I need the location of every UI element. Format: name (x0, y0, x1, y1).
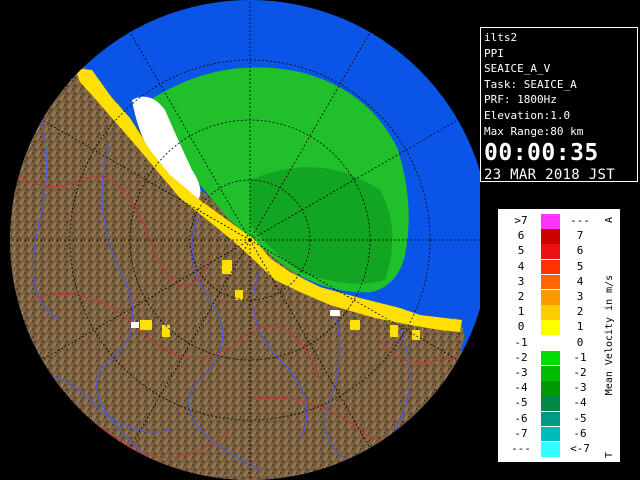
legend-row: --- <-7 (501, 442, 599, 457)
legend-lower-value: 5 (517, 244, 525, 258)
scan-date: 23 MAR 2018 JST (484, 167, 615, 184)
legend-lower-value: -1 (514, 335, 528, 349)
legend-upper-value: <-7 (570, 442, 590, 455)
legend-title-text: Mean Velocity in m/s (604, 275, 615, 395)
legend-row: >7 --- (501, 214, 599, 229)
product-name: SEAICE_A_V (484, 62, 551, 76)
legend-row: 67 (501, 229, 599, 244)
legend-row: 45 (501, 259, 599, 275)
legend-lower-value: >7 (514, 214, 528, 227)
legend-color-swatch (541, 335, 560, 351)
legend-upper-value: 7 (576, 229, 584, 243)
legend-lower-value: -4 (514, 381, 528, 395)
legend-color-swatch (541, 244, 560, 259)
legend-lower-value: --- (511, 442, 531, 455)
legend-upper-value: -1 (573, 350, 587, 364)
prf-value: PRF: 1800Hz (484, 93, 557, 107)
legend-upper-value: 2 (576, 305, 584, 319)
legend-lower-value: 6 (517, 229, 525, 243)
legend-title: A Mean Velocity in m/s T (604, 217, 615, 458)
legend-lower-value: 3 (517, 274, 525, 288)
legend-lower-value: -2 (514, 350, 528, 364)
radar-info-panel: ilts2 PPI SEAICE_A_V Task: SEAICE_A PRF:… (480, 27, 638, 184)
legend-color-swatch (541, 214, 560, 229)
site-name: ilts2 (484, 31, 518, 44)
legend-color-swatch (541, 396, 560, 411)
legend-upper-value: -3 (573, 381, 587, 395)
legend-upper-value: 5 (576, 259, 584, 273)
legend-row: 34 (501, 274, 599, 290)
legend-lower-value: -6 (514, 411, 528, 425)
legend-upper-value: -2 (573, 366, 587, 379)
legend-upper-value: 3 (576, 290, 584, 303)
legend-lower-value: 2 (517, 290, 525, 303)
legend-row: -2 -1 (501, 350, 599, 366)
legend-color-swatch (541, 442, 560, 457)
legend-color-swatch (541, 426, 560, 442)
legend-upper-value: -4 (573, 396, 587, 410)
legend-color-swatch (541, 350, 560, 366)
legend-color-swatch (541, 274, 560, 290)
legend-upper-value: 0 (576, 335, 584, 349)
legend-upper-value: -5 (573, 411, 587, 425)
legend-row: 56 (501, 244, 599, 259)
legend-row: -1 0 (501, 335, 599, 351)
legend-row: 23 (501, 290, 599, 305)
legend-color-swatch (541, 229, 560, 244)
legend-row: -3 -2 (501, 366, 599, 381)
legend-upper-value: 4 (576, 274, 584, 288)
legend-lower-value: -5 (514, 396, 528, 410)
legend-color-swatch (541, 320, 560, 335)
scan-time: 00:00:35 (484, 140, 599, 167)
legend-upper-value: --- (570, 214, 590, 227)
legend-color-swatch (541, 305, 560, 320)
max-range-value: Max Range:80 km (484, 124, 584, 138)
elevation-value: Elevation:1.0 (484, 108, 571, 122)
legend-row: -6 -5 (501, 411, 599, 427)
legend-row: 01 (501, 320, 599, 335)
legend-color-swatch (541, 290, 560, 305)
legend-lower-value: -7 (514, 426, 528, 440)
legend-lower-value: 0 (517, 320, 525, 334)
legend-color-swatch (541, 381, 560, 396)
legend-upper-value: -6 (573, 426, 587, 440)
legend-upper-value: 1 (576, 320, 584, 334)
radar-ppi-display[interactable] (0, 0, 480, 480)
legend-row: 12 (501, 305, 599, 320)
legend-color-swatch (541, 259, 560, 275)
legend-color-swatch (541, 411, 560, 427)
legend-row: -5 -4 (501, 396, 599, 411)
velocity-color-legend: >7 --- 6 7 5 6 4 5 3 4 2 3 1 2 0 1 -1 0 -2 -1 -3 -2 -4 -3 -5 -4 -6… (498, 209, 620, 462)
legend-row: -7 -6 (501, 426, 599, 442)
task-name: Task: SEAICE_A (484, 77, 577, 91)
legend-lower-value: 1 (517, 305, 525, 319)
legend-upper-value: 6 (576, 244, 584, 258)
legend-color-swatch (541, 366, 560, 381)
legend-lower-value: 4 (517, 259, 525, 273)
legend-row: -4 -3 (501, 381, 599, 396)
scan-type: PPI (484, 46, 504, 60)
legend-lower-value: -3 (514, 366, 528, 379)
legend-end-top: A (604, 217, 615, 223)
legend-end-bottom: T (604, 452, 615, 458)
